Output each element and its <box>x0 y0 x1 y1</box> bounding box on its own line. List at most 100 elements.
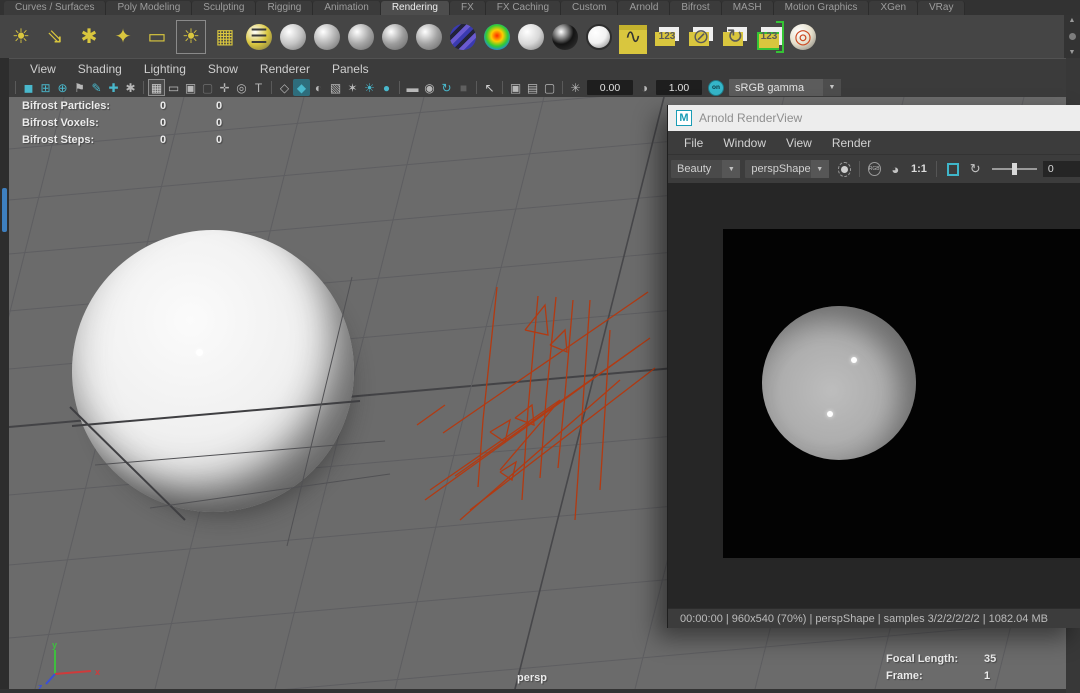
menu-shading[interactable]: Shading <box>67 62 133 76</box>
renderview-titlebar[interactable]: M Arnold RenderView <box>668 105 1080 131</box>
cancel-render-sequence-icon[interactable]: ⊘ <box>684 18 718 56</box>
pencil-icon[interactable]: ✎ <box>88 79 105 96</box>
exposure-field[interactable]: 0.00 <box>587 80 633 95</box>
xray-icon[interactable]: ● <box>378 79 395 96</box>
panel-grab-handle[interactable] <box>2 188 7 232</box>
batch-render-icon[interactable]: 123 <box>752 18 786 56</box>
tab-xgen[interactable]: XGen <box>869 1 918 15</box>
rgb-channel-icon[interactable]: RGB <box>868 162 881 176</box>
scroll-down-icon[interactable]: ▼ <box>1069 49 1076 56</box>
aov-dropdown[interactable]: Beauty ▼ <box>671 160 740 178</box>
render-sequence-icon[interactable]: 123 <box>650 18 684 56</box>
phong-material-icon[interactable] <box>378 18 412 56</box>
shadows-icon[interactable]: ▬ <box>404 79 421 96</box>
chevron-down-icon[interactable]: ▼ <box>823 79 841 96</box>
motion-blur-icon[interactable]: ↻ <box>438 79 455 96</box>
camera-aim-icon[interactable]: ⊕ <box>54 79 71 96</box>
ipr-render-icon[interactable]: ∿ <box>616 18 650 56</box>
arnold-renderview-window[interactable]: M Arnold RenderView FileWindowViewRender… <box>667 105 1080 628</box>
light-locator[interactable] <box>196 349 203 356</box>
paste-view-icon[interactable]: ▤ <box>524 79 541 96</box>
chevron-down-icon[interactable]: ▼ <box>811 160 829 178</box>
ssao-icon[interactable]: ◉ <box>421 79 438 96</box>
tab-animation[interactable]: Animation <box>313 1 380 15</box>
render-camera-dropdown[interactable]: perspShape ▼ <box>745 160 828 178</box>
menu-lighting[interactable]: Lighting <box>133 62 197 76</box>
tab-sculpting[interactable]: Sculpting <box>192 1 256 15</box>
render-display-area[interactable] <box>668 183 1080 608</box>
tab-mash[interactable]: MASH <box>722 1 774 15</box>
scroll-up-icon[interactable]: ▲ <box>1069 17 1076 24</box>
point-light-icon[interactable]: ✱ <box>72 18 106 56</box>
renderview-menu-file[interactable]: File <box>674 136 713 150</box>
crop-region-icon[interactable] <box>947 163 959 176</box>
menu-show[interactable]: Show <box>197 62 249 76</box>
env-ball-icon[interactable] <box>582 18 616 56</box>
safe-action-icon[interactable]: ◎ <box>233 79 250 96</box>
render-current-frame-icon[interactable]: ◎ <box>786 18 820 56</box>
ambient-light-icon[interactable]: ☀ <box>4 18 38 56</box>
camera-icon[interactable]: ◼ <box>20 79 37 96</box>
standard-surface-material-icon[interactable] <box>276 18 310 56</box>
tab-bifrost[interactable]: Bifrost <box>670 1 721 15</box>
chevron-down-icon[interactable]: ▼ <box>722 160 740 178</box>
select-camera-icon[interactable]: ✱ <box>122 79 139 96</box>
grid-toggle-icon[interactable]: ▦ <box>148 79 165 96</box>
wireframe-icon[interactable]: ◇ <box>276 79 293 96</box>
directional-light-icon[interactable]: ⇘ <box>38 18 72 56</box>
exposure-icon[interactable]: ✳ <box>567 79 584 96</box>
area-light-icon[interactable]: ▭ <box>140 18 174 56</box>
safe-title-icon[interactable]: T <box>250 79 267 96</box>
use-background-icon[interactable] <box>548 18 582 56</box>
bookmark-icon[interactable]: ⚑ <box>71 79 88 96</box>
volume-light-icon[interactable]: ☀ <box>174 18 208 56</box>
gate-mask-icon[interactable]: ▢ <box>199 79 216 96</box>
lambert-material-icon[interactable] <box>310 18 344 56</box>
renderview-menu-view[interactable]: View <box>776 136 822 150</box>
exposure-slider[interactable] <box>992 168 1037 170</box>
field-chart-icon[interactable]: ✛ <box>216 79 233 96</box>
tab-fx[interactable]: FX <box>450 1 486 15</box>
lightbulb-icon[interactable]: ☀ <box>361 79 378 96</box>
film-gate-icon[interactable]: ▭ <box>165 79 182 96</box>
gamma-icon[interactable]: ◑ <box>636 79 653 96</box>
restart-render-sequence-icon[interactable]: ↻ <box>718 18 752 56</box>
resolution-gate-icon[interactable]: ▣ <box>182 79 199 96</box>
shading-map-icon[interactable] <box>480 18 514 56</box>
snapshot-icon[interactable]: ▢ <box>541 79 558 96</box>
shelf-scrollbar[interactable]: ▲ ▼ <box>1064 15 1080 58</box>
gamma-field[interactable]: 1.00 <box>656 80 702 95</box>
menu-renderer[interactable]: Renderer <box>249 62 321 76</box>
tab-poly-modeling[interactable]: Poly Modeling <box>106 1 192 15</box>
spot-light-icon[interactable]: ✦ <box>106 18 140 56</box>
camera-lock-icon[interactable]: ⊞ <box>37 79 54 96</box>
color-management-toggle[interactable]: on <box>708 80 724 96</box>
textured-icon[interactable]: ▧ <box>327 79 344 96</box>
renderview-menu-window[interactable]: Window <box>713 136 776 150</box>
tab-fx-caching[interactable]: FX Caching <box>486 1 561 15</box>
tab-arnold[interactable]: Arnold <box>618 1 670 15</box>
alpha-channel-icon[interactable]: ◕ <box>887 159 904 179</box>
tab-custom[interactable]: Custom <box>561 1 618 15</box>
plate-icon[interactable]: ■ <box>455 79 472 96</box>
renderview-menu-render[interactable]: Render <box>822 136 881 150</box>
scroll-thumb[interactable] <box>1069 33 1076 40</box>
snap-icon[interactable]: ✚ <box>105 79 122 96</box>
menu-view[interactable]: View <box>19 62 67 76</box>
tab-vray[interactable]: VRay <box>918 1 965 15</box>
tab-rigging[interactable]: Rigging <box>256 1 313 15</box>
colorspace-dropdown[interactable]: sRGB gamma▼ <box>729 79 841 96</box>
tab-motion-graphics[interactable]: Motion Graphics <box>774 1 870 15</box>
use-all-lights-icon[interactable]: ✶ <box>344 79 361 96</box>
scene-sphere[interactable] <box>72 230 354 512</box>
exposure-value-field[interactable]: 0 <box>1043 161 1080 177</box>
render-region-icon[interactable] <box>838 162 851 177</box>
copy-view-icon[interactable]: ▣ <box>507 79 524 96</box>
rendered-image[interactable] <box>723 229 1080 558</box>
left-panel-divider[interactable] <box>0 58 9 693</box>
blinn-material-icon[interactable] <box>344 18 378 56</box>
update-render-icon[interactable]: ↻ <box>967 159 984 179</box>
camera-light-icon[interactable]: ▦ <box>208 18 242 56</box>
surface-shader-icon[interactable] <box>514 18 548 56</box>
smooth-shade-icon[interactable]: ◆ <box>293 79 310 96</box>
